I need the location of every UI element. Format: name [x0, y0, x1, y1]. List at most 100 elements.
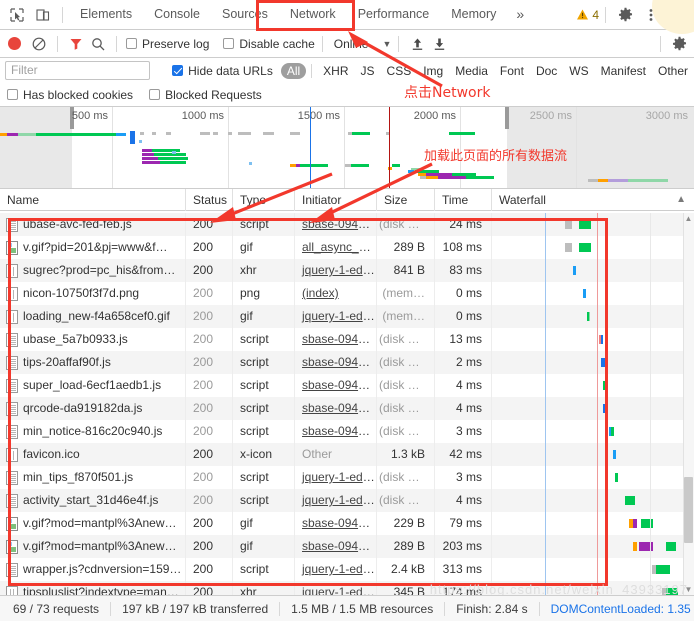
preserve-log-box[interactable] — [126, 38, 137, 49]
tab-console[interactable]: Console — [143, 0, 211, 29]
filter-type-ws[interactable]: WS — [563, 63, 594, 79]
filter-type-doc[interactable]: Doc — [530, 63, 563, 79]
disable-cache-label: Disable cache — [239, 36, 315, 51]
waterfall-label: Waterfall — [499, 192, 546, 207]
initiator-link[interactable]: jquery-1-edb… — [302, 585, 376, 595]
more-tabs-icon[interactable]: » — [507, 0, 533, 29]
column-header-time[interactable]: Time — [435, 188, 492, 211]
network-settings-gear-icon[interactable] — [668, 33, 690, 55]
table-row[interactable]: nicon-10750f3f7d.png 200 png (index) (mem… 0 … — [0, 282, 694, 305]
cell-name: ubase-avc-fed-feb.js — [0, 213, 186, 236]
filter-type-font[interactable]: Font — [494, 63, 530, 79]
export-har-icon[interactable] — [428, 33, 450, 55]
dcl-marker — [544, 466, 546, 489]
initiator-link[interactable]: jquery-1-edb… — [302, 470, 376, 484]
filter-type-css[interactable]: CSS — [381, 63, 418, 79]
network-overview[interactable]: 500 ms 1000 ms 1500 ms 2000 ms 2500 ms 3… — [0, 107, 694, 189]
blocked-requests-checkbox[interactable]: Blocked Requests — [149, 88, 262, 102]
table-row[interactable]: wrapper.js?cdnversion=159… 200 script jquer… — [0, 558, 694, 581]
cell-name: v.gif?mod=mantpl%3Anew… — [0, 535, 186, 558]
filter-type-all[interactable]: All — [280, 62, 307, 79]
hide-data-urls-checkbox[interactable]: Hide data URLs — [172, 64, 273, 78]
cell-time: 13 ms — [435, 328, 492, 351]
table-row[interactable]: min_tips_f870f501.js 200 script jquery-1-ed… — [0, 466, 694, 489]
disable-cache-box[interactable] — [223, 38, 235, 49]
table-row[interactable]: ubase-avc-fed-feb.js 200 script sbase-0948a… — [0, 213, 694, 236]
table-row[interactable]: v.gif?mod=mantpl%3Anew… 200 gif sbase-0948a… — [0, 512, 694, 535]
search-icon[interactable] — [87, 33, 109, 55]
tab-performance[interactable]: Performance — [347, 0, 441, 29]
request-name: min_tips_f870f501.js — [23, 470, 134, 484]
table-row[interactable]: favicon.ico 200 x-icon Other 1.3 kB 42 ms — [0, 443, 694, 466]
cell-initiator: sbase-0948aa… — [295, 512, 377, 535]
initiator-link[interactable]: all_async_sear… — [302, 240, 376, 254]
initiator-link[interactable]: jquery-1-edb… — [302, 562, 376, 576]
table-row[interactable]: qrcode-da919182da.js 200 script sbase-0948a… — [0, 397, 694, 420]
initiator-link[interactable]: (index) — [302, 286, 339, 300]
table-row[interactable]: ubase_5a7b0933.js 200script sbase-0948aa…(… — [0, 328, 694, 351]
initiator-link[interactable]: sbase-0948aa… — [302, 516, 376, 530]
filter-type-js[interactable]: JS — [355, 63, 381, 79]
table-row[interactable]: v.gif?pid=201&pj=www&f… 200 gif all_async_s… — [0, 236, 694, 259]
dcl-marker — [544, 489, 546, 512]
column-header-waterfall[interactable]: Waterfall ▲ — [492, 189, 694, 211]
preserve-log-checkbox[interactable]: Preserve log — [126, 37, 209, 51]
gear-icon[interactable] — [612, 2, 638, 28]
dcl-marker — [544, 420, 546, 443]
table-row[interactable]: v.gif?mod=mantpl%3Anew… 200 gif sbase-0948a… — [0, 535, 694, 558]
scroll-up-arrow-icon[interactable]: ▲ — [684, 213, 693, 224]
filter-type-other[interactable]: Other — [652, 63, 694, 79]
filter-type-img[interactable]: Img — [417, 63, 449, 79]
scrollbar-thumb[interactable] — [684, 477, 693, 543]
inspect-icon[interactable] — [4, 2, 30, 28]
filter-icon[interactable] — [65, 33, 87, 55]
filter-input[interactable]: Filter — [5, 61, 151, 80]
has-blocked-cookies-checkbox[interactable]: Has blocked cookies — [7, 88, 133, 102]
overview-request-bar — [18, 133, 36, 136]
requests-table-body[interactable]: ubase-avc-fed-feb.js 200 script sbase-0948a… — [0, 213, 694, 595]
load-line-overview — [389, 107, 390, 188]
initiator-link[interactable]: sbase-0948aa… — [302, 217, 376, 231]
sort-indicator-icon[interactable]: ▲ — [676, 189, 694, 211]
record-button[interactable] — [8, 37, 21, 50]
tab-memory[interactable]: Memory — [440, 0, 507, 29]
column-header-status[interactable]: Status — [186, 188, 233, 211]
filter-type-manifest[interactable]: Manifest — [595, 63, 652, 79]
request-name: v.gif?pid=201&pj=www&f… — [23, 240, 168, 254]
table-row[interactable]: min_notice-816c20c940.js 200 script sbase-0… — [0, 420, 694, 443]
has-blocked-cookies-box[interactable] — [7, 89, 18, 100]
clear-button[interactable] — [28, 33, 50, 55]
column-header-size[interactable]: Size — [377, 188, 435, 211]
initiator-link[interactable]: sbase-0948aa… — [302, 401, 376, 415]
table-row[interactable]: sugrec?prod=pc_his&from… 200 xhr jquery-1-e… — [0, 259, 694, 282]
initiator-link[interactable]: jquery-1-edb… — [302, 493, 376, 507]
initiator-link[interactable]: sbase-0948aa… — [302, 355, 376, 369]
tab-network[interactable]: Network — [279, 0, 347, 29]
initiator-link[interactable]: sbase-0948aa… — [302, 332, 376, 346]
initiator-link[interactable]: jquery-1-edb… — [302, 263, 376, 277]
filter-type-media[interactable]: Media — [449, 63, 494, 79]
column-header-type[interactable]: Type — [233, 188, 295, 211]
hide-data-urls-box[interactable] — [172, 65, 184, 76]
blocked-requests-box[interactable] — [149, 89, 161, 100]
table-row[interactable]: super_load-6ecf1aedb1.js 200 script sbase-0… — [0, 374, 694, 397]
initiator-link[interactable]: sbase-0948aa… — [302, 424, 376, 438]
import-har-icon[interactable] — [406, 33, 428, 55]
warning-badge[interactable]: 4 — [576, 8, 599, 22]
table-scrollbar[interactable]: ▲ ▼ — [683, 213, 694, 595]
disable-cache-checkbox[interactable]: Disable cache — [223, 36, 315, 51]
throttle-dropdown[interactable]: Online ▼ — [330, 37, 392, 51]
device-toggle-icon[interactable] — [30, 2, 56, 28]
column-header-name[interactable]: Name — [0, 188, 186, 211]
tab-sources[interactable]: Sources — [211, 0, 279, 29]
column-header-initiator[interactable]: Initiator — [295, 188, 377, 211]
table-row[interactable]: activity_start_31d46e4f.js 200 script jquer… — [0, 489, 694, 512]
table-row[interactable]: tips-20affaf90f.js 200script sbase-0948aa…… — [0, 351, 694, 374]
tab-elements[interactable]: Elements — [69, 0, 143, 29]
initiator-link[interactable]: sbase-0948aa… — [302, 539, 376, 553]
overview-handle-right[interactable] — [505, 107, 509, 129]
table-row[interactable]: loading_new-f4a658cef0.gif 200 gif jquery-1… — [0, 305, 694, 328]
initiator-link[interactable]: sbase-0948aa… — [302, 378, 376, 392]
initiator-link[interactable]: jquery-1-edb… — [302, 309, 376, 323]
filter-type-xhr[interactable]: XHR — [317, 63, 354, 79]
